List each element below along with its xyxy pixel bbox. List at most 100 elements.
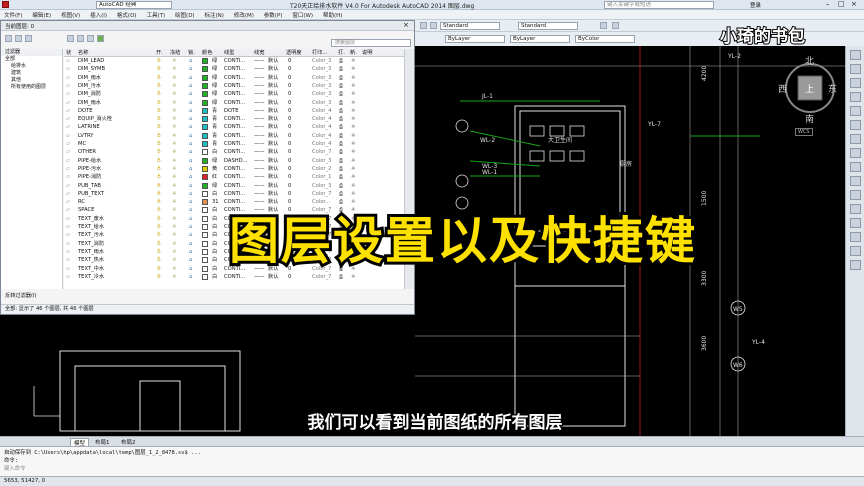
layer-name[interactable]: TEXT_给水 <box>78 223 104 231</box>
unlock-icon[interactable]: ⌂ <box>189 65 192 73</box>
layer-transparency[interactable]: 0 <box>288 273 291 281</box>
sun-thaw-icon[interactable]: ☼ <box>172 240 177 248</box>
lineweight-select[interactable]: ByColor <box>575 35 635 43</box>
new-vp-freeze-icon[interactable]: ☼ <box>351 173 356 181</box>
new-vp-freeze-icon[interactable]: ☼ <box>351 65 356 73</box>
layer-transparency[interactable]: 0 <box>288 140 291 148</box>
col-new-vp-freeze[interactable]: 新. <box>350 49 357 57</box>
wcs-menu[interactable]: WCS <box>795 128 813 136</box>
sun-thaw-icon[interactable]: ☼ <box>172 215 177 223</box>
layer-name[interactable]: DOTE <box>78 107 93 115</box>
command-input[interactable]: 键入命令 <box>4 465 860 473</box>
sun-thaw-icon[interactable]: ☼ <box>172 206 177 214</box>
layer-name[interactable]: LVTRY <box>78 132 93 140</box>
layer-name[interactable]: PUB_TAB <box>78 182 101 190</box>
sun-thaw-icon[interactable]: ☼ <box>172 148 177 156</box>
layer-lineweight[interactable]: 默认 <box>268 157 278 165</box>
layer-name[interactable]: TEXT_中水 <box>78 265 104 273</box>
new-vp-freeze-icon[interactable]: ☼ <box>351 123 356 131</box>
layer-name[interactable]: TEXT_废水 <box>78 215 104 223</box>
chamfer-icon[interactable] <box>849 232 861 242</box>
join-icon[interactable] <box>849 218 861 228</box>
printer-icon[interactable]: ⎙ <box>339 132 343 140</box>
menu-parametric[interactable]: 参数(P) <box>260 10 287 20</box>
sun-thaw-icon[interactable]: ☼ <box>172 165 177 173</box>
unlock-icon[interactable]: ⌂ <box>189 74 192 82</box>
menu-format[interactable]: 格式(O) <box>113 10 141 20</box>
unlock-icon[interactable]: ⌂ <box>189 173 192 181</box>
layer-lineweight[interactable]: 默认 <box>268 57 278 65</box>
layer-lineweight[interactable]: 默认 <box>268 107 278 115</box>
offset-icon[interactable] <box>849 92 861 102</box>
new-vp-freeze-icon[interactable]: ☼ <box>351 132 356 140</box>
explode-icon[interactable] <box>849 260 861 270</box>
unlock-icon[interactable]: ⌂ <box>189 115 192 123</box>
new-frozen-layer-icon[interactable] <box>77 35 84 42</box>
state-manager-icon[interactable] <box>25 35 32 42</box>
menu-draw[interactable]: 绘图(D) <box>171 10 199 20</box>
move-icon[interactable] <box>849 120 861 130</box>
trim-icon[interactable] <box>849 176 861 186</box>
break-icon[interactable] <box>849 204 861 214</box>
lightbulb-on-icon[interactable]: ♁ <box>157 206 161 214</box>
sun-thaw-icon[interactable]: ☼ <box>172 273 177 281</box>
extend-icon[interactable] <box>849 190 861 200</box>
lightbulb-on-icon[interactable]: ♁ <box>157 248 161 256</box>
layer-lineweight[interactable]: 默认 <box>268 190 278 198</box>
layer-row[interactable]: ▱ DIM_雨水 ♁ ☼ ⌂ 绿 CONTI... —— 默认 0 Color_3 ⎙ ☼ <box>64 74 404 82</box>
sun-thaw-icon[interactable]: ☼ <box>172 82 177 90</box>
layer-row[interactable]: ▱ DIM_消防 ♁ ☼ ⌂ 绿 CONTI... —— 默认 0 Color_3 ⎙ ☼ <box>64 90 404 98</box>
viewcube-east[interactable]: 东 <box>828 82 837 95</box>
col-on[interactable]: 开. <box>156 49 163 57</box>
new-vp-freeze-icon[interactable]: ☼ <box>351 273 356 281</box>
layer-transparency[interactable]: 0 <box>288 190 291 198</box>
layer-name[interactable]: RC <box>78 198 85 206</box>
login-link[interactable]: 登录 <box>750 1 761 9</box>
layer-transparency[interactable]: 0 <box>288 182 291 190</box>
menu-tools[interactable]: 工具(T) <box>142 10 169 20</box>
layer-linetype[interactable]: CONTI... <box>224 115 245 123</box>
layer-name[interactable]: TEXT_热水 <box>78 256 104 264</box>
unlock-icon[interactable]: ⌂ <box>189 198 192 206</box>
filter-architecture[interactable]: 建筑 <box>1 70 62 77</box>
layer-row[interactable]: ▱ PIPE-给水 ♁ ☼ ⌂ 绿 DASHD... —— 默认 0 Color_3 ⎙ ☼ <box>64 157 404 165</box>
table-style-icon[interactable] <box>600 22 607 29</box>
layer-lineweight[interactable]: 默认 <box>268 123 278 131</box>
lightbulb-on-icon[interactable]: ♁ <box>157 240 161 248</box>
layer-transparency[interactable]: 0 <box>288 65 291 73</box>
layer-linetype[interactable]: CONTI... <box>224 190 245 198</box>
lightbulb-on-icon[interactable]: ♁ <box>157 165 161 173</box>
layer-linetype[interactable]: CONTI... <box>224 74 245 82</box>
stretch-icon[interactable] <box>849 162 861 172</box>
viewcube-top-face[interactable]: 上 <box>805 82 814 95</box>
layer-name[interactable]: PIPE-污水 <box>78 165 101 173</box>
col-plot-style[interactable]: 打印... <box>312 49 327 57</box>
rotate-icon[interactable] <box>849 134 861 144</box>
lightbulb-on-icon[interactable]: ♁ <box>157 90 161 98</box>
autocad-logo-icon[interactable] <box>2 1 9 8</box>
layer-linetype[interactable]: CONTI... <box>224 173 245 181</box>
sun-thaw-icon[interactable]: ☼ <box>172 157 177 165</box>
layer-transparency[interactable]: 0 <box>288 57 291 65</box>
menu-file[interactable]: 文件(F) <box>0 10 26 20</box>
printer-icon[interactable]: ⎙ <box>339 123 343 131</box>
layer-linetype[interactable]: CONTI... <box>224 165 245 173</box>
layer-linetype[interactable]: CONTI... <box>224 140 245 148</box>
layer-linetype[interactable]: CONTI... <box>224 148 245 156</box>
new-icon[interactable] <box>420 22 427 29</box>
layer-row[interactable]: ▱ RC ♁ ☼ ⌂ 31 CONTI... —— 默认 0 Color... ⎙ ☼ <box>64 198 404 206</box>
layer-transparency[interactable]: 0 <box>288 99 291 107</box>
lightbulb-on-icon[interactable]: ♁ <box>157 231 161 239</box>
layer-name[interactable]: TEXT_污水 <box>78 231 104 239</box>
filter-plumbing[interactable]: 给排水 <box>1 63 62 70</box>
layer-lineweight[interactable]: 默认 <box>268 90 278 98</box>
menu-window[interactable]: 窗口(W) <box>288 10 317 20</box>
layer-name[interactable]: DIM_雨水 <box>78 74 101 82</box>
menu-help[interactable]: 帮助(H) <box>319 10 346 20</box>
new-vp-freeze-icon[interactable]: ☼ <box>351 157 356 165</box>
layer-transparency[interactable]: 0 <box>288 90 291 98</box>
close-panel-icon[interactable]: × <box>403 21 409 29</box>
new-vp-freeze-icon[interactable]: ☼ <box>351 74 356 82</box>
layer-name[interactable]: EQUIP_消火栓 <box>78 115 112 123</box>
delete-layer-icon[interactable] <box>87 35 94 42</box>
